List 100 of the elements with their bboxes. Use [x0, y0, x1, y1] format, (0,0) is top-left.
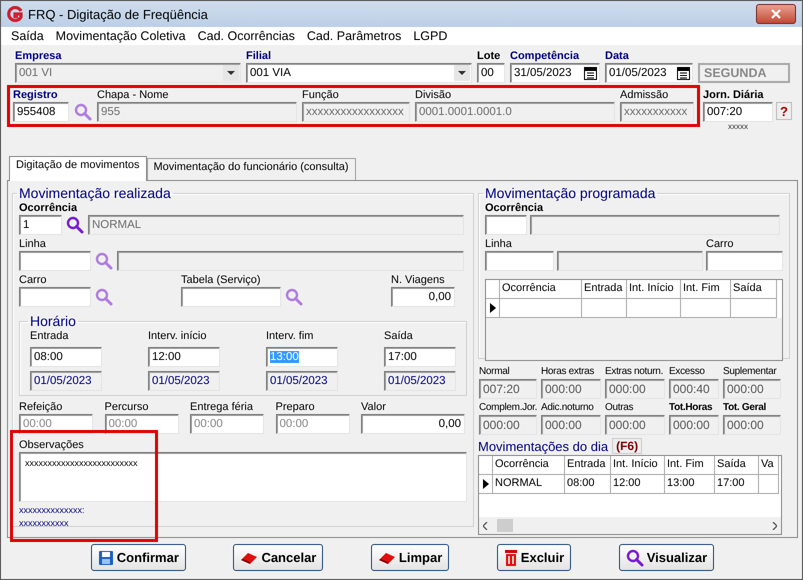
text-field[interactable]: [485, 251, 554, 271]
field-label: Saída: [384, 329, 414, 343]
text-field[interactable]: 007:20: [703, 102, 773, 122]
text-field[interactable]: [181, 287, 281, 307]
text-field[interactable]: xxxxxxxxxxx: [620, 102, 694, 122]
field-label: Percurso: [104, 400, 150, 414]
close-button[interactable]: [756, 4, 796, 24]
menu-item[interactable]: Cad. Ocorrências: [192, 29, 301, 43]
time-field[interactable]: 08:00: [30, 347, 102, 367]
total-field: 000:00: [723, 415, 781, 435]
table-cell: 12:00: [611, 475, 665, 494]
table-cell: NORMAL: [493, 475, 565, 494]
field-label: Adic.noturno: [541, 401, 595, 415]
search-icon[interactable]: [66, 216, 84, 234]
text-field[interactable]: xxxxxxxxxxxxxxxxx: [302, 102, 410, 122]
menu-item[interactable]: Cad. Parâmetros: [300, 29, 408, 43]
text-field[interactable]: 955408: [13, 102, 69, 122]
table-cell: [582, 299, 627, 318]
search-icon[interactable]: [74, 103, 92, 121]
field-label: Carro: [706, 237, 735, 251]
text-field[interactable]: [19, 287, 91, 307]
date-field[interactable]: 01/05/2023: [605, 63, 693, 83]
action-button[interactable]: Limpar: [370, 544, 450, 571]
action-button[interactable]: Visualizar: [618, 544, 714, 571]
menu-item[interactable]: Saída: [5, 29, 50, 43]
field-label: Refeição: [19, 400, 64, 414]
calendar-icon[interactable]: [584, 66, 597, 80]
scroll-thumb[interactable]: [497, 519, 513, 532]
field-label: Linha: [485, 237, 513, 251]
calendar-icon[interactable]: [677, 66, 690, 80]
text-field[interactable]: 0001.0001.0001.0: [415, 102, 615, 122]
close-icon: [771, 9, 781, 19]
text-field[interactable]: [485, 215, 527, 235]
total-field: 000:40: [669, 379, 719, 399]
number-field[interactable]: 0,00: [391, 287, 455, 307]
time-field[interactable]: 12:00: [148, 347, 220, 367]
total-field: 007:20: [479, 379, 537, 399]
tab[interactable]: Digitação de movimentos: [9, 156, 147, 181]
table-cell: [627, 299, 681, 318]
weekday-field: SEGUNDA: [698, 63, 790, 83]
group-title: Horário: [29, 313, 77, 329]
search-icon: [626, 548, 644, 566]
field-label: Linha: [19, 238, 46, 250]
help-button[interactable]: ?: [776, 102, 792, 120]
field-label: Ocorrência: [485, 202, 544, 214]
total-field: 000:00: [669, 415, 719, 435]
text-field[interactable]: [706, 251, 783, 271]
row-selector[interactable]: [479, 475, 493, 494]
search-icon[interactable]: [95, 252, 113, 270]
field-label: Excesso: [669, 365, 706, 379]
action-button[interactable]: Confirmar: [90, 544, 186, 571]
total-field: 000:00: [605, 415, 665, 435]
section-title: Movimentações do dia: [478, 438, 608, 454]
menu-item[interactable]: LGPD: [407, 29, 454, 43]
field-label: Interv. fim: [266, 329, 314, 343]
field-label: Entrega féria: [190, 400, 254, 414]
horizontal-scrollbar[interactable]: [479, 517, 781, 534]
note-text: xxxxxxxxxxx: [19, 517, 70, 530]
window-title: FRQ - Digitação de Freqüência: [28, 6, 208, 22]
table-cell: 13:00: [665, 475, 715, 494]
field-label: Competência: [510, 49, 580, 63]
action-button[interactable]: Excluir: [496, 544, 572, 571]
tab[interactable]: Movimentação do funcionário (consulta): [146, 158, 356, 180]
time-field[interactable]: 00:00: [276, 414, 350, 434]
text-field[interactable]: 955: [97, 102, 297, 122]
scroll-left-icon[interactable]: [483, 522, 488, 530]
field-label: N. Viagens: [391, 273, 446, 287]
total-field: 000:00: [723, 379, 781, 399]
field-label: Lote: [477, 49, 502, 63]
date-field[interactable]: 31/05/2023: [510, 63, 600, 83]
text-field[interactable]: [19, 251, 91, 271]
date-field: 01/05/2023: [384, 371, 456, 391]
floppy-icon: [98, 550, 114, 566]
table-cell: 17:00: [715, 475, 759, 494]
eraser-icon: [240, 550, 258, 564]
total-field: 000:00: [541, 379, 601, 399]
search-icon[interactable]: [95, 288, 113, 306]
search-icon[interactable]: [285, 288, 303, 306]
text-field[interactable]: 00: [477, 63, 505, 83]
time-field[interactable]: 00:00: [190, 414, 264, 434]
field-label: Carro: [19, 273, 48, 287]
number-field[interactable]: 0,00: [361, 414, 465, 434]
table-cell: [731, 299, 777, 318]
field-label: Tabela (Serviço): [181, 273, 262, 287]
scroll-right-icon[interactable]: [772, 522, 777, 530]
field-label: Complem.Jor.: [479, 401, 537, 415]
field-label: Registro: [13, 88, 59, 102]
action-button[interactable]: Cancelar: [233, 544, 324, 571]
shortcut-key: (F6): [612, 438, 642, 454]
total-field: 000:00: [479, 415, 537, 435]
branch-dropdown[interactable]: 001 VIA: [246, 63, 472, 83]
field-label: Preparo: [276, 400, 316, 414]
table-cell: [759, 475, 779, 494]
text-field[interactable]: 1: [19, 215, 62, 235]
company-dropdown[interactable]: 001 VI: [15, 63, 241, 83]
group-title: Movimentação programada: [484, 185, 656, 201]
time-field[interactable]: 17:00: [384, 347, 456, 367]
menu-item[interactable]: Movimentação Coletiva: [50, 29, 192, 43]
notes-textarea[interactable]: xxxxxxxxxxxxxxxxxxxxxxxxx: [19, 452, 467, 502]
field-label: Divisão: [415, 88, 452, 102]
